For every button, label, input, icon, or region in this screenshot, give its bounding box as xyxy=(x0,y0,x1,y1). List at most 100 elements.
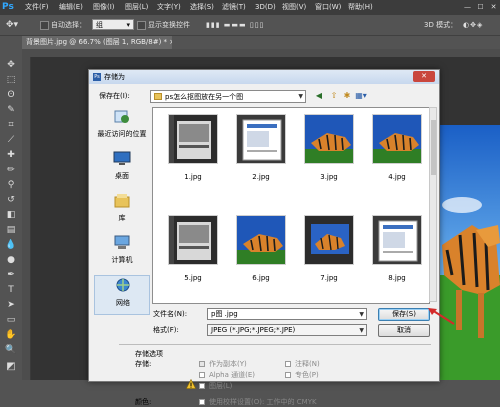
save-in-dropdown[interactable]: ps怎么抠图放在另一个图 ▼ xyxy=(150,90,306,103)
up-folder-icon[interactable]: ⇧ xyxy=(328,90,340,102)
zoom-icon[interactable]: 🔍 xyxy=(4,343,18,357)
computer-icon xyxy=(114,235,130,249)
photoshop-small-icon: Ps xyxy=(93,73,101,81)
file-list-scrollbar[interactable] xyxy=(429,107,437,302)
menu-help[interactable]: 帮助(H) xyxy=(348,0,373,15)
folder-icon xyxy=(154,93,162,100)
marquee-icon[interactable]: ⬚ xyxy=(4,73,18,87)
quick-select-icon[interactable]: ✎ xyxy=(4,103,18,117)
color-label: 颜色: xyxy=(135,398,152,406)
place-computer[interactable]: 计算机 xyxy=(94,233,150,273)
menu-edit[interactable]: 编辑(E) xyxy=(59,0,83,15)
align-icons[interactable]: ▮▮▮ ▬▬▬ ▯▯▯ xyxy=(206,19,264,31)
file-item[interactable]: 8.jpg xyxy=(367,215,427,285)
move-icon[interactable]: ✥ xyxy=(4,58,18,72)
save-button[interactable]: 保存(S) xyxy=(378,308,430,321)
file-name: 6.jpg xyxy=(252,274,270,282)
options-bar: ✥▾ 自动选择： 组 ▾ 显示变换控件 ▮▮▮ ▬▬▬ ▯▯▯ 3D 模式： ◐✥… xyxy=(0,15,500,36)
menu-3d[interactable]: 3D(D) xyxy=(255,0,276,15)
file-item[interactable]: 7.jpg xyxy=(299,215,359,285)
filename-input[interactable]: p图 .jpg ▼ xyxy=(207,308,367,320)
layers-checkbox[interactable] xyxy=(199,383,205,389)
file-name: 3.jpg xyxy=(320,173,338,181)
path-select-icon[interactable]: ➤ xyxy=(4,298,18,312)
auto-select-checkbox[interactable] xyxy=(40,19,49,31)
healing-brush-icon[interactable]: ✚ xyxy=(4,148,18,162)
save-as-dialog: Ps 存储为 ✕ 保存在(I): ps怎么抠图放在另一个图 ▼ ◀ ⇧ ✱ ▦▾… xyxy=(88,69,440,406)
history-brush-icon[interactable]: ↺ xyxy=(4,193,18,207)
menu-window[interactable]: 窗口(W) xyxy=(315,0,341,15)
eraser-icon[interactable]: ◧ xyxy=(4,208,18,222)
recent-places-icon xyxy=(114,110,129,123)
shape-icon[interactable]: ▭ xyxy=(4,313,18,327)
dodge-icon[interactable]: ● xyxy=(4,253,18,267)
save-in-label: 保存在(I): xyxy=(99,92,130,100)
file-thumbnail xyxy=(372,114,422,164)
save-label: 存储: xyxy=(135,360,152,368)
place-network[interactable]: 网络 xyxy=(94,275,150,315)
menu-type[interactable]: 文字(Y) xyxy=(157,0,181,15)
maximize-icon[interactable]: ☐ xyxy=(474,0,487,15)
file-item[interactable]: 5.jpg xyxy=(163,215,223,285)
type-icon[interactable]: T xyxy=(4,283,18,297)
proof-setup-label: 使用校样设置(O): 工作中的 CMYK xyxy=(209,398,317,406)
menu-filter[interactable]: 滤镜(T) xyxy=(222,0,246,15)
view-menu-icon[interactable]: ▦▾ xyxy=(355,90,367,102)
minimize-icon[interactable]: — xyxy=(461,0,474,15)
blur-icon[interactable]: 💧 xyxy=(4,238,18,252)
place-recent[interactable]: 最近访问的位置 xyxy=(94,107,150,147)
document-tab[interactable]: 背景图片.jpg @ 66.7% (图层 1, RGB/8#) * × xyxy=(22,36,172,49)
file-thumbnail xyxy=(236,215,286,265)
clone-stamp-icon[interactable]: ⚲ xyxy=(4,178,18,192)
crop-icon[interactable]: ⌗ xyxy=(4,118,18,132)
as-copy-checkbox[interactable] xyxy=(199,361,205,367)
as-copy-label: 作为副本(Y) xyxy=(209,360,247,368)
menu-view[interactable]: 视图(V) xyxy=(282,0,306,15)
alpha-channels-checkbox[interactable] xyxy=(199,372,205,378)
brush-icon[interactable]: ✏ xyxy=(4,163,18,177)
new-folder-icon[interactable]: ✱ xyxy=(341,90,353,102)
format-dropdown[interactable]: JPEG (*.JPG;*.JPEG;*.JPE) ▼ xyxy=(207,324,367,336)
spot-colors-label: 专色(P) xyxy=(295,371,319,379)
3d-mode-icons[interactable]: ◐✥◈ xyxy=(463,19,483,31)
lasso-icon[interactable]: ʘ xyxy=(4,88,18,102)
auto-select-dropdown[interactable]: 组 ▾ xyxy=(92,19,134,30)
file-name: 8.jpg xyxy=(388,274,406,282)
menu-select[interactable]: 选择(S) xyxy=(190,0,214,15)
chevron-down-icon[interactable]: ▼ xyxy=(359,310,364,320)
menu-layer[interactable]: 图层(L) xyxy=(125,0,148,15)
close-icon[interactable]: ✕ xyxy=(487,0,500,15)
cancel-button[interactable]: 取消 xyxy=(378,324,430,337)
file-item[interactable]: 3.jpg xyxy=(299,114,359,184)
eyedropper-icon[interactable]: ⟋ xyxy=(4,133,18,147)
place-library[interactable]: 库 xyxy=(94,191,150,231)
scrollbar-thumb[interactable] xyxy=(431,120,436,175)
place-desktop[interactable]: 桌面 xyxy=(94,149,150,189)
move-tool-icon[interactable]: ✥▾ xyxy=(6,19,18,31)
hand-icon[interactable]: ✋ xyxy=(4,328,18,342)
file-item[interactable]: 1.jpg xyxy=(163,114,223,184)
show-transform-checkbox[interactable] xyxy=(137,19,146,31)
back-icon[interactable]: ◀ xyxy=(313,90,325,102)
file-list: 1.jpg 2.jpg 3.jpg 4.jpg 5.jpg 6.jpg 7.jpg 8.jpg xyxy=(152,107,430,304)
file-item[interactable]: 2.jpg xyxy=(231,114,291,184)
format-label: 格式(F): xyxy=(153,326,179,334)
pen-icon[interactable]: ✒ xyxy=(4,268,18,282)
dialog-title: 存储为 xyxy=(104,73,125,81)
file-item[interactable]: 6.jpg xyxy=(231,215,291,285)
dialog-close-button[interactable]: ✕ xyxy=(413,71,435,82)
file-name: 7.jpg xyxy=(320,274,338,282)
file-item[interactable]: 4.jpg xyxy=(367,114,427,184)
dialog-titlebar[interactable]: Ps 存储为 ✕ xyxy=(89,70,439,84)
gradient-icon[interactable]: ▤ xyxy=(4,223,18,237)
layers-label: 图层(L) xyxy=(209,382,233,390)
spot-colors-checkbox[interactable] xyxy=(285,372,291,378)
proof-setup-checkbox[interactable] xyxy=(199,399,205,405)
auto-select-label: 自动选择： xyxy=(51,21,86,29)
notes-checkbox[interactable] xyxy=(285,361,291,367)
color-swatches-icon[interactable]: ◩ xyxy=(4,360,18,374)
file-thumbnail xyxy=(168,114,218,164)
menu-file[interactable]: 文件(F) xyxy=(25,0,49,15)
file-name: 4.jpg xyxy=(388,173,406,181)
menu-image[interactable]: 图像(I) xyxy=(93,0,115,15)
